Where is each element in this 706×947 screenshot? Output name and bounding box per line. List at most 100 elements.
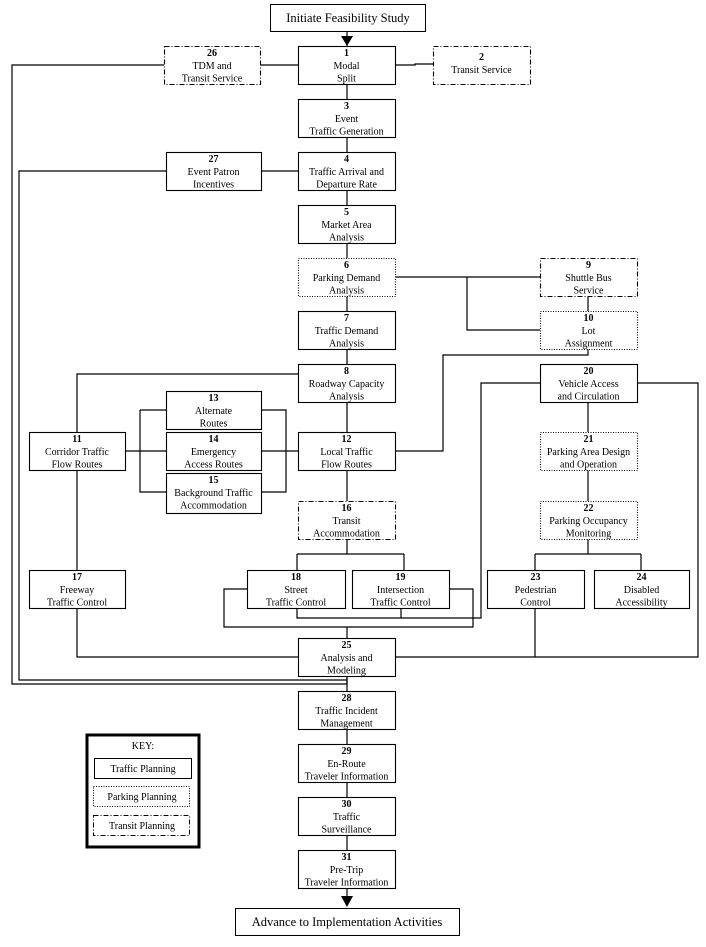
box-label-line: Flow Routes	[321, 460, 372, 471]
process-box-29: 29 En-Route Traveler Information	[297, 743, 397, 784]
box-number: 10	[584, 313, 594, 324]
box-number: 19	[396, 572, 406, 583]
process-box-4: 4 Traffic Arrival and Departure Rate	[297, 151, 397, 192]
process-box-3: 3 Event Traffic Generation	[297, 98, 397, 139]
box-label-line: Split	[337, 74, 356, 85]
key-label-transit: Transit Planning	[109, 821, 175, 832]
box-number: 4	[344, 154, 349, 165]
process-box-12: 12 Local Traffic Flow Routes	[297, 431, 397, 472]
box-number: 14	[209, 434, 219, 445]
process-box-10: 10 Lot Assignment	[539, 310, 639, 351]
process-box-8: 8 Roadway Capacity Analysis	[297, 363, 397, 404]
start-arrow-icon	[341, 36, 353, 46]
box-label-line: Pedestrian	[515, 585, 557, 596]
process-box-23: 23 Pedestrian Control	[486, 569, 586, 610]
box-label-line: Parking Demand	[313, 273, 381, 284]
process-box-13: 13 Alternate Routes	[165, 390, 263, 431]
box-number: 24	[637, 572, 647, 583]
box-number: 21	[584, 434, 594, 445]
box-label-line: Disabled	[624, 585, 660, 596]
box-number: 1	[344, 48, 349, 59]
process-box-18: 18 Street Traffic Control	[246, 569, 347, 610]
box-number: 25	[342, 640, 352, 651]
box-label-line: Analysis	[329, 286, 364, 297]
box-label-line: and Operation	[560, 460, 617, 471]
box-label-line: Background Traffic	[174, 488, 253, 499]
box-label-line: Street	[284, 585, 308, 596]
end-arrow-icon	[341, 896, 353, 907]
process-box-28: 28 Traffic Incident Management	[297, 690, 397, 731]
process-box-1: 1 Modal Split	[297, 45, 397, 86]
process-box-20: 20 Vehicle Access and Circulation	[539, 363, 639, 404]
process-box-31: 31 Pre-Trip Traveler Information	[297, 849, 397, 890]
box-number: 11	[72, 434, 81, 445]
connector-line	[76, 608, 298, 658]
box-label-line: Analysis	[329, 392, 364, 403]
process-box-2: 2 Transit Service	[432, 45, 532, 86]
box-number: 6	[344, 260, 349, 271]
box-label-line: Lot	[582, 326, 596, 337]
box-label-line: Management	[320, 719, 372, 730]
process-box-30: 30 Traffic Surveillance	[297, 796, 397, 837]
box-number: 7	[344, 313, 349, 324]
box-label-line: Analysis	[329, 233, 364, 244]
box-label-line: Traffic	[333, 812, 361, 823]
box-number: 17	[72, 572, 82, 583]
legend-key: KEY: Traffic Planning Parking Planning T…	[85, 733, 201, 849]
box-number: 18	[291, 572, 301, 583]
box-number: 29	[342, 746, 352, 757]
box-label-line: Analysis	[329, 339, 364, 350]
box-label-line: Parking Occupancy	[549, 516, 628, 527]
process-box-9: 9 Shuttle Bus Service	[539, 257, 639, 298]
process-box-15: 15 Background Traffic Accommodation	[165, 472, 263, 515]
connector-line	[466, 277, 540, 331]
box-label-line: Assignment	[565, 339, 613, 350]
box-label-line: Accommodation	[313, 529, 380, 540]
box-label-line: Traffic Arrival and	[309, 167, 384, 178]
box-label-line: Freeway	[60, 585, 94, 596]
feasibility-flowchart: 1 Modal Split 2 Transit Service 3 Event Traffic…	[0, 0, 706, 947]
process-box-25: 25 Analysis and Modeling	[297, 637, 397, 678]
box-label-line: Roadway Capacity	[309, 379, 385, 390]
box-label-line: Event	[335, 114, 359, 125]
box-number: 2	[479, 52, 484, 63]
box-label-line: Local Traffic	[320, 447, 373, 458]
box-label-line: TDM and	[192, 61, 231, 72]
box-label-line: Transit	[333, 516, 361, 527]
box-number: 30	[342, 799, 352, 810]
box-label-line: Traffic Control	[47, 598, 108, 609]
process-box-16: 16 Transit Accommodation	[297, 500, 397, 541]
process-box-27: 27 Event Patron Incentives	[165, 151, 263, 192]
box-label-line: Access Routes	[184, 460, 243, 471]
box-label-line: Routes	[200, 419, 228, 430]
box-number: 15	[209, 475, 219, 486]
box-label-line: Monitoring	[566, 529, 612, 540]
box-label-line: Pre-Trip	[330, 865, 364, 876]
process-box-6: 6 Parking Demand Analysis	[297, 257, 397, 298]
key-label-traffic: Traffic Planning	[110, 764, 175, 775]
box-label-line: Traffic Control	[370, 598, 431, 609]
process-box-24: 24 Disabled Accessibility	[593, 569, 691, 610]
box-label-line: Traveler Information	[305, 878, 389, 889]
box-label-line: Alternate	[195, 406, 233, 417]
box-label-line: En-Route	[327, 759, 366, 770]
box-number: 23	[531, 572, 541, 583]
box-label-line: Traffic Demand	[315, 326, 379, 337]
start-label: Initiate Feasibility Study	[286, 11, 410, 25]
box-number: 28	[342, 693, 352, 704]
box-label-line: Departure Rate	[316, 180, 377, 191]
box-number: 22	[584, 503, 594, 514]
box-label-line: Incentives	[193, 180, 234, 191]
box-number: 12	[342, 434, 352, 445]
box-label-line: Emergency	[191, 447, 236, 458]
box-label-line: Transit Service	[182, 74, 243, 85]
box-label-line: Traffic Generation	[309, 127, 383, 138]
key-title: KEY:	[132, 741, 154, 752]
process-box-21: 21 Parking Area Design and Operation	[539, 431, 639, 472]
box-label-line: Traffic Incident	[315, 706, 378, 717]
box-label-line: Market Area	[321, 220, 372, 231]
process-box-11: 11 Corridor Traffic Flow Routes	[28, 431, 127, 472]
box-number: 8	[344, 366, 349, 377]
key-label-parking: Parking Planning	[107, 792, 176, 803]
box-number: 9	[586, 260, 591, 271]
